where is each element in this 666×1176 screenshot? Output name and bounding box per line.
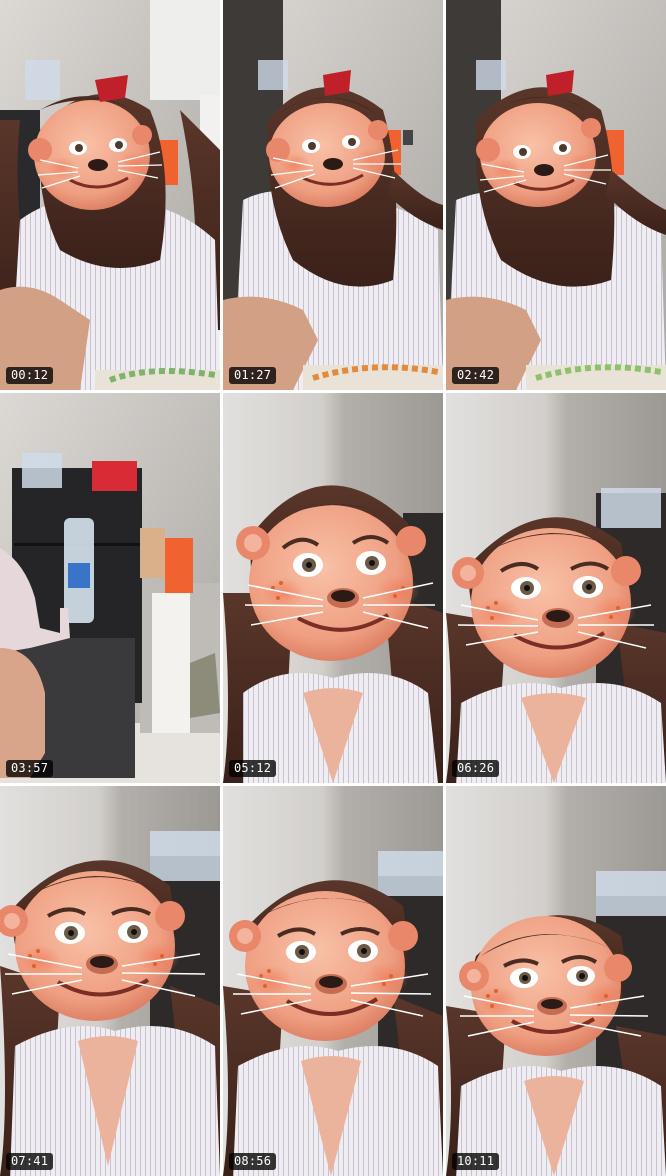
video-thumbnail[interactable]: 07:41: [0, 786, 220, 1176]
video-timestamp: 01:27: [229, 367, 277, 384]
video-timestamp: 07:41: [6, 1153, 54, 1170]
video-thumbnail[interactable]: 03:57: [0, 393, 220, 783]
thumbnail-image: [0, 786, 220, 1176]
thumbnail-image: [223, 786, 443, 1176]
thumbnail-image: [223, 393, 443, 783]
video-thumbnail[interactable]: 01:27: [223, 0, 443, 390]
thumbnail-image: [446, 393, 666, 783]
video-thumbnail[interactable]: 06:26: [446, 393, 666, 783]
video-timestamp: 05:12: [229, 760, 277, 777]
video-thumbnail[interactable]: 00:12: [0, 0, 220, 390]
thumbnail-image: [0, 393, 220, 783]
thumbnail-image: [446, 786, 666, 1176]
video-timestamp: 06:26: [452, 760, 500, 777]
thumbnail-image: [0, 0, 220, 390]
video-thumbnail[interactable]: 08:56: [223, 786, 443, 1176]
video-thumbnail[interactable]: 05:12: [223, 393, 443, 783]
video-timestamp: 10:11: [452, 1153, 500, 1170]
video-thumbnail-grid: 00:12 01:27 02:42 03:57 05:12 06:26 07:4…: [0, 0, 666, 1176]
video-timestamp: 02:42: [452, 367, 500, 384]
thumbnail-image: [446, 0, 666, 390]
video-thumbnail[interactable]: 02:42: [446, 0, 666, 390]
video-timestamp: 08:56: [229, 1153, 277, 1170]
video-timestamp: 00:12: [6, 367, 54, 384]
video-timestamp: 03:57: [6, 760, 54, 777]
video-thumbnail[interactable]: 10:11: [446, 786, 666, 1176]
thumbnail-image: [223, 0, 443, 390]
